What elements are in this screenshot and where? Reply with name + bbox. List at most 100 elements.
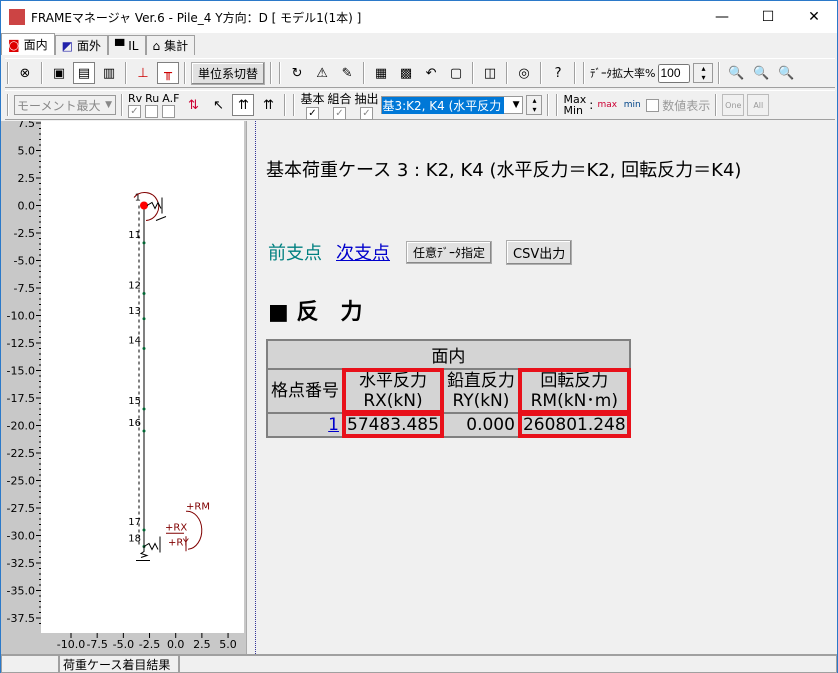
reaction-table: 面内 格点番号 水平反力 RX(kN) 鉛直反力 RY(kN) 回転反力 RM(kN･…: [266, 339, 631, 438]
help-icon[interactable]: ?: [547, 62, 569, 84]
maximize-button[interactable]: ☐: [745, 1, 791, 33]
one-button[interactable]: One: [722, 94, 745, 116]
arrow-p-icon[interactable]: ↶: [420, 62, 442, 84]
kihon-checkbox[interactable]: ✓: [305, 107, 319, 120]
support-icon[interactable]: ⊥: [132, 62, 154, 84]
case-spinner[interactable]: ▴ ▾: [526, 95, 543, 115]
unit-switch-button[interactable]: 単位系切替: [191, 61, 266, 85]
tab-icon: ▀: [115, 38, 125, 53]
close-button[interactable]: ✕: [791, 1, 837, 33]
print-icon[interactable]: ▣: [48, 62, 70, 84]
chushutsu-checkbox[interactable]: ✓: [359, 107, 373, 120]
node-label: 17: [128, 517, 141, 528]
table-row: 1 57483.485 0.000 260801.248: [266, 412, 631, 438]
splitter[interactable]: [246, 121, 256, 654]
rv-checkbox[interactable]: ✓: [128, 105, 141, 118]
app-icon: [9, 9, 25, 25]
chushutsu-toggle[interactable]: 抽出 ✓: [354, 90, 378, 120]
tab-shukei[interactable]: ⌂ 集計: [145, 35, 196, 55]
load-case-caption: 基本荷重ケース 3 : K2, K4 (水平反力＝K2, 回転反力＝K4): [266, 160, 742, 181]
mode-select[interactable]: モーメント最大 ▼: [14, 95, 116, 115]
node-label: 15: [128, 396, 141, 407]
prev-support-link[interactable]: 前支点: [268, 239, 322, 265]
zoom-input[interactable]: [658, 63, 691, 83]
window-title: FRAMEマネージャ Ver.6 - Pile_4 Y方向：D [ モデル1(1…: [31, 10, 362, 25]
y-tick-label: -35.0: [7, 585, 35, 598]
rx-value: 57483.485: [342, 412, 444, 438]
tab-icon: ◙: [8, 37, 20, 52]
show-values-label: 数値表示: [662, 98, 711, 113]
stop-icon[interactable]: ⊗: [14, 62, 36, 84]
status-bar: 荷重ケース着目結果: [1, 654, 837, 673]
status-text: 荷重ケース着目結果: [59, 655, 179, 673]
af-toggle[interactable]: A.F: [162, 92, 179, 118]
zoom-spinner[interactable]: ▴ ▾: [693, 63, 714, 83]
min-button[interactable]: min: [621, 94, 643, 116]
zoom-label: ﾃﾞｰﾀ拡大率%: [590, 67, 656, 80]
y-tick-label: -5.0: [14, 255, 35, 268]
y-tick-label: -12.5: [7, 337, 35, 350]
maxmin-label: Max Min: [563, 93, 587, 117]
tab-mengai[interactable]: ◩ 面外: [54, 35, 109, 55]
toolbar-display: モーメント最大 ▼ Rv ✓ Ru A.F ⇅ ↖ ⇈ ⇈ 基本 ✓ 組合 ✓ 抽出 ✓ …: [5, 90, 835, 120]
chevron-down-icon: ▼: [512, 100, 520, 110]
y-tick-label: -32.5: [7, 557, 35, 570]
screen-icon[interactable]: ▢: [445, 62, 467, 84]
rm-label: +RM: [186, 501, 210, 512]
y-tick-label: -37.5: [7, 612, 35, 625]
csv-output-button[interactable]: CSV出力: [506, 239, 573, 265]
show-values-checkbox[interactable]: [646, 98, 660, 112]
rotate-icon[interactable]: ↖: [207, 94, 229, 116]
y-tick-label: 5.0: [18, 145, 36, 158]
zoom-out-icon[interactable]: 🔍: [750, 62, 772, 84]
ground-up-icon[interactable]: ⇈: [257, 94, 279, 116]
refresh-icon[interactable]: ↻: [286, 62, 308, 84]
rv-toggle[interactable]: Rv ✓: [128, 92, 142, 118]
case-select[interactable]: 基3:K2, K4 (水平反力 ▼: [381, 96, 524, 114]
warning-icon[interactable]: ⚠: [311, 62, 333, 84]
minimize-button[interactable]: —: [699, 1, 745, 33]
layout2-icon[interactable]: ▥: [98, 62, 120, 84]
kumiai-toggle[interactable]: 組合 ✓: [327, 90, 351, 120]
zoom-in-icon[interactable]: 🔍: [725, 62, 747, 84]
book-icon[interactable]: ◫: [479, 62, 501, 84]
node-dot: [142, 347, 146, 350]
calc-icon[interactable]: ▦: [370, 62, 392, 84]
swap-icon[interactable]: ⇅: [182, 94, 204, 116]
tab-il[interactable]: ▀ IL: [108, 35, 146, 55]
node-dot: [142, 528, 146, 532]
af-checkbox[interactable]: [162, 105, 176, 118]
ru-toggle[interactable]: Ru: [145, 92, 159, 118]
col-rm: 回転反力 RM(kN･m): [517, 368, 631, 414]
node-link[interactable]: 1: [328, 415, 339, 435]
kumiai-checkbox[interactable]: ✓: [332, 107, 346, 120]
tab-mennai[interactable]: ◙ 面内: [1, 33, 55, 55]
calculator-icon[interactable]: ▩: [395, 62, 417, 84]
kihon-toggle[interactable]: 基本 ✓: [300, 90, 324, 120]
target-icon[interactable]: ◎: [513, 62, 535, 84]
tab-icon: ⌂: [152, 38, 161, 53]
zoom-fit-icon[interactable]: 🔍: [775, 62, 797, 84]
brush-icon[interactable]: ✎: [336, 62, 358, 84]
spring-up-icon[interactable]: ⇈: [232, 94, 255, 116]
rm-value: 260801.248: [517, 412, 631, 438]
custom-data-button[interactable]: 任意ﾃﾞｰﾀ指定: [406, 240, 493, 264]
max-button[interactable]: max: [596, 94, 618, 116]
col-rx: 水平反力 RX(kN): [342, 368, 444, 414]
selected-node: [140, 201, 148, 210]
all-button[interactable]: All: [747, 94, 770, 116]
x-tick-label: 5.0: [219, 638, 237, 651]
ru-checkbox[interactable]: [145, 105, 159, 118]
title-bar: FRAMEマネージャ Ver.6 - Pile_4 Y方向：D [ モデル1(1…: [1, 1, 837, 33]
toolbar-main: ⊗ ▣ ▤ ▥ ⊥ ╥ 単位系切替 ↻ ⚠ ✎ ▦ ▩ ↶ ▢ ◫ ◎ ? ﾃﾞ…: [5, 58, 835, 88]
node-dot: [142, 429, 146, 433]
pile-graph-panel[interactable]: 7.5 5.0 2.5 0.0 -2.5 -5.0 -7.5 -10.0 -12.5 -15.0-…: [1, 117, 246, 654]
load-icon[interactable]: ╥: [157, 62, 179, 84]
node-dot: [142, 407, 146, 411]
x-tick-label: 2.5: [193, 638, 211, 651]
y-tick-label: 2.5: [18, 172, 36, 185]
layout1-icon[interactable]: ▤: [73, 62, 95, 84]
next-support-link[interactable]: 次支点: [336, 239, 390, 265]
col-node: 格点番号: [266, 368, 344, 414]
x-tick-label: -7.5: [86, 638, 107, 651]
